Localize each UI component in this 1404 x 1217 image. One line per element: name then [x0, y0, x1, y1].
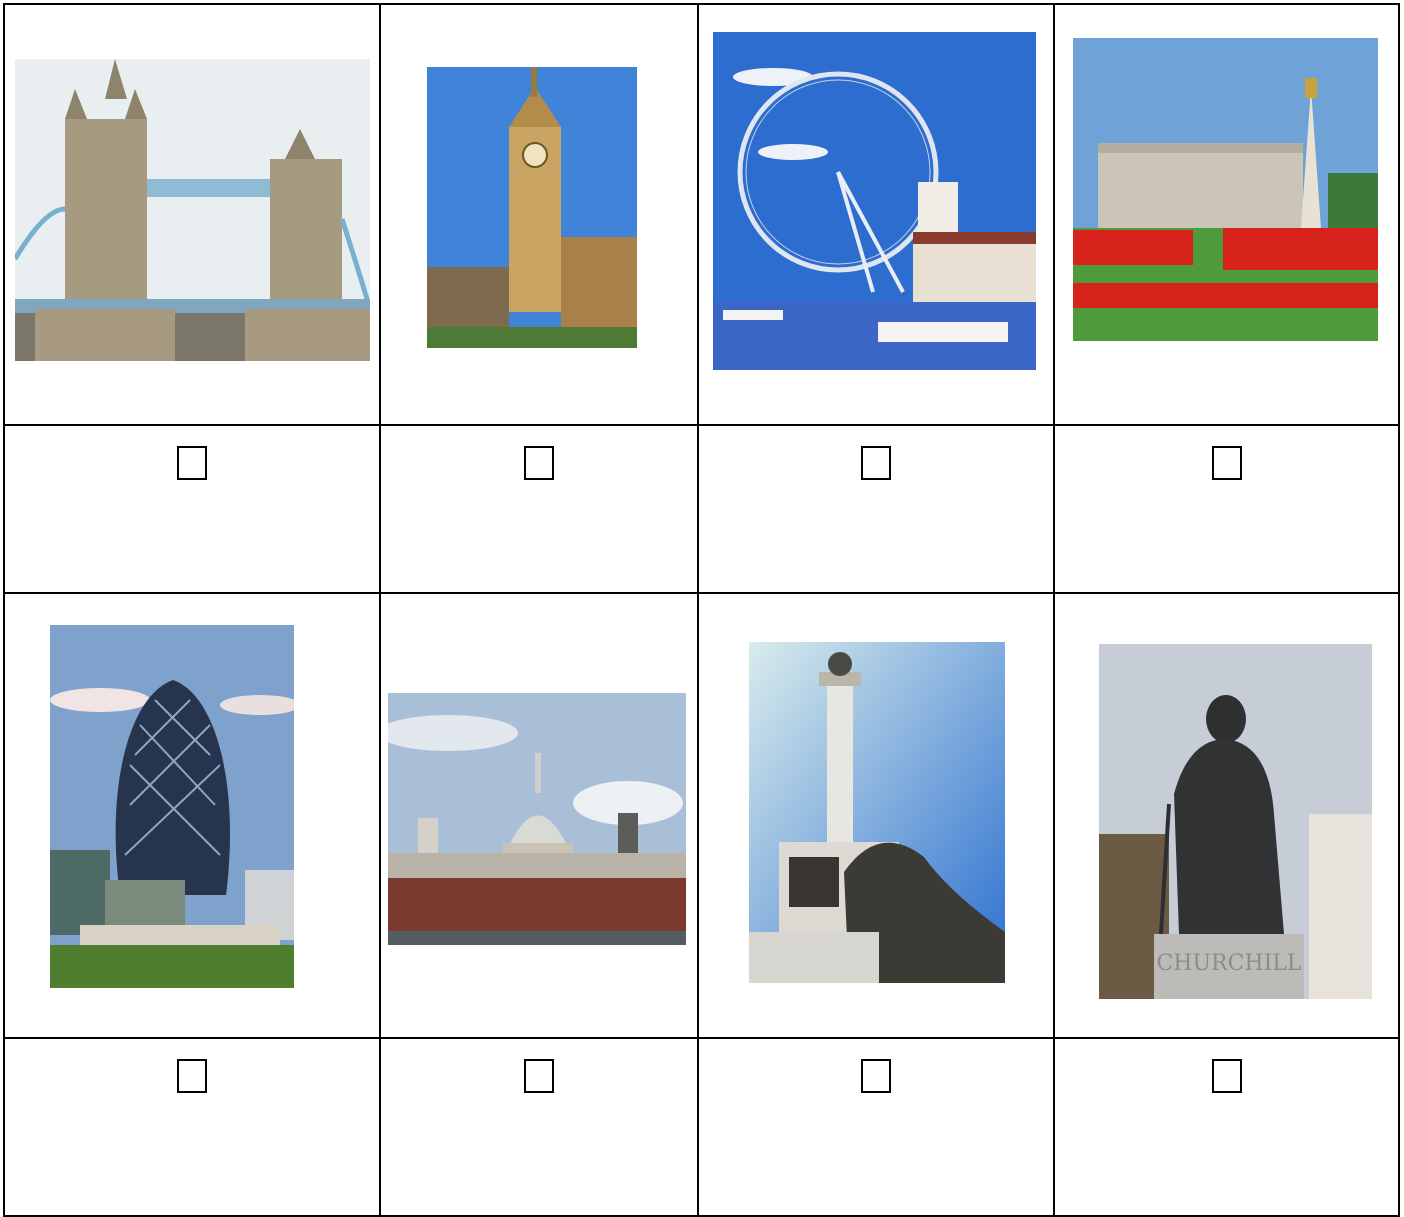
cell-checkbox-4 [1053, 424, 1400, 594]
cell-buckingham-palace [1053, 3, 1400, 426]
cell-checkbox-1 [3, 424, 381, 594]
checkbox-buckingham-palace[interactable] [1211, 446, 1242, 480]
cell-big-ben [379, 3, 699, 426]
plinth-inscription: CHURCHILL [1156, 951, 1301, 976]
london-eye-photo [713, 32, 1036, 370]
tower-bridge-photo [15, 59, 370, 361]
checkbox-churchill-statue[interactable] [1211, 1059, 1242, 1093]
checkbox-nelsons-column[interactable] [861, 1059, 891, 1093]
cell-checkbox-5 [3, 1037, 381, 1217]
checkbox-tower-bridge[interactable] [177, 446, 207, 480]
matching-worksheet-grid: CHURCHILL [3, 3, 1400, 1217]
cell-nelsons-column [697, 592, 1055, 1039]
cell-checkbox-7 [697, 1037, 1055, 1217]
cell-churchill-statue: CHURCHILL [1053, 592, 1400, 1039]
checkbox-london-eye[interactable] [861, 446, 891, 480]
big-ben-photo [427, 67, 637, 348]
cell-checkbox-8 [1053, 1037, 1400, 1217]
cell-st-pauls [379, 592, 699, 1039]
cell-checkbox-2 [379, 424, 699, 594]
checkbox-st-pauls[interactable] [524, 1059, 554, 1093]
checkbox-big-ben[interactable] [524, 446, 554, 480]
buckingham-palace-photo [1073, 38, 1378, 341]
cell-checkbox-3 [697, 424, 1055, 594]
cell-london-eye [697, 3, 1055, 426]
cell-tower-bridge [3, 3, 381, 426]
cell-gherkin [3, 592, 381, 1039]
cell-checkbox-6 [379, 1037, 699, 1217]
nelsons-column-photo [749, 642, 1005, 983]
checkbox-gherkin[interactable] [177, 1059, 207, 1093]
churchill-statue-photo: CHURCHILL [1099, 644, 1372, 999]
st-pauls-photo [388, 693, 686, 945]
gherkin-photo [50, 625, 294, 988]
